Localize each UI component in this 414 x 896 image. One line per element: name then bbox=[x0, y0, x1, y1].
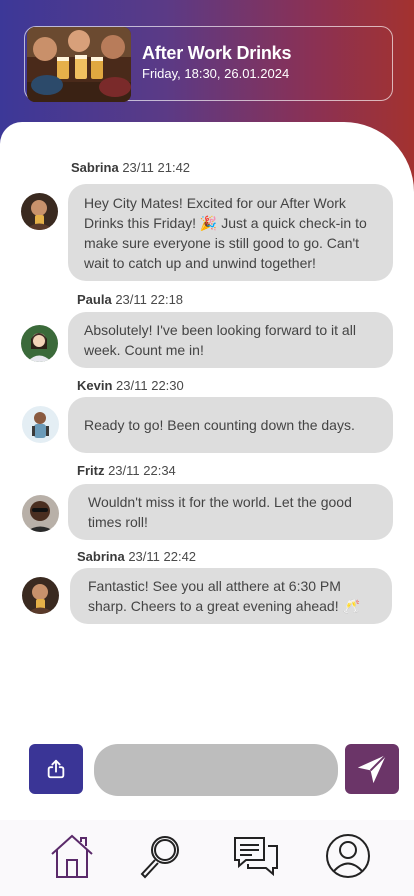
event-title: After Work Drinks bbox=[142, 43, 292, 63]
message-text: Absolutely! I've been looking forward to… bbox=[84, 322, 356, 358]
message-input[interactable] bbox=[94, 744, 338, 796]
event-photo bbox=[27, 27, 131, 102]
message-time: 23/11 22:18 bbox=[115, 292, 184, 307]
message-author: Kevin bbox=[77, 378, 113, 393]
home-icon bbox=[51, 834, 93, 878]
message-time: 23/11 22:42 bbox=[128, 549, 197, 564]
message-time: 23/11 22:34 bbox=[108, 463, 176, 478]
send-icon bbox=[357, 754, 387, 784]
message-text: Fantastic! See you all atthere at 6:30 P… bbox=[88, 578, 360, 614]
message-bubble: Fantastic! See you all atthere at 6:30 P… bbox=[70, 568, 392, 624]
event-card[interactable]: After Work Drinks Friday, 18:30, 26.01.2… bbox=[24, 26, 393, 102]
message-text: Ready to go! Been counting down the days… bbox=[84, 417, 355, 433]
message-bubble: Absolutely! I've been looking forward to… bbox=[68, 312, 393, 368]
message-meta: Fritz 23/11 22:34 bbox=[77, 463, 176, 478]
bottom-navigation bbox=[0, 820, 414, 896]
message-author: Sabrina bbox=[71, 160, 119, 175]
avatar[interactable] bbox=[22, 406, 59, 443]
nav-home[interactable] bbox=[48, 832, 96, 880]
message-author: Paula bbox=[77, 292, 112, 307]
event-datetime: Friday, 18:30, 26.01.2024 bbox=[142, 66, 290, 81]
message-text: Wouldn't miss it for the world. Let the … bbox=[88, 494, 352, 530]
message-meta: Kevin 23/11 22:30 bbox=[77, 378, 184, 393]
chat-icon bbox=[234, 837, 278, 877]
message-time: 23/11 22:30 bbox=[116, 378, 184, 393]
search-icon bbox=[140, 836, 179, 879]
message-author: Fritz bbox=[77, 463, 105, 478]
message-bubble: Ready to go! Been counting down the days… bbox=[68, 397, 393, 453]
share-icon bbox=[47, 759, 65, 779]
profile-icon bbox=[326, 834, 370, 878]
avatar[interactable] bbox=[21, 325, 58, 362]
message-bubble: Hey City Mates! Excited for our After Wo… bbox=[68, 184, 393, 281]
nav-search[interactable] bbox=[136, 832, 184, 880]
message-bubble: Wouldn't miss it for the world. Let the … bbox=[68, 484, 393, 540]
avatar[interactable] bbox=[22, 577, 59, 614]
nav-chat[interactable] bbox=[232, 832, 280, 880]
message-meta: Sabrina 23/11 22:42 bbox=[77, 549, 196, 564]
message-time: 23/11 21:42 bbox=[122, 160, 191, 175]
message-text: Hey City Mates! Excited for our After Wo… bbox=[84, 194, 367, 271]
message-meta: Paula 23/11 22:18 bbox=[77, 292, 183, 307]
message-author: Sabrina bbox=[77, 549, 125, 564]
avatar[interactable] bbox=[21, 193, 58, 230]
nav-profile[interactable] bbox=[324, 832, 372, 880]
send-button[interactable] bbox=[345, 744, 399, 794]
share-button[interactable] bbox=[29, 744, 83, 794]
avatar[interactable] bbox=[22, 495, 59, 532]
message-meta: Sabrina 23/11 21:42 bbox=[71, 160, 190, 175]
